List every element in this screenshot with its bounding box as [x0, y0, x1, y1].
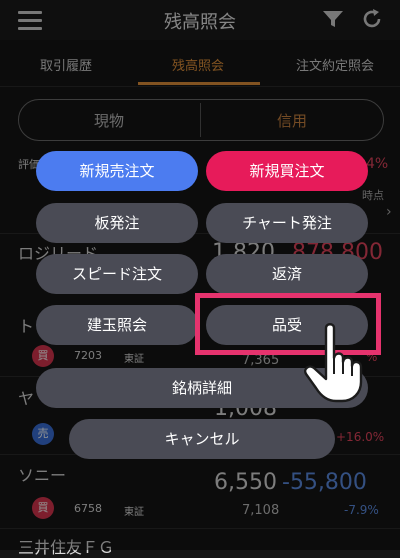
board-order-button[interactable]: 板発注 — [36, 203, 198, 243]
new-sell-order-button[interactable]: 新規売注文 — [36, 151, 198, 191]
repay-button[interactable]: 返済 — [206, 254, 368, 294]
new-buy-order-button[interactable]: 新規買注文 — [206, 151, 368, 191]
pointing-hand-icon — [304, 323, 363, 403]
speed-order-button[interactable]: スピード注文 — [36, 254, 198, 294]
position-inquiry-button[interactable]: 建玉照会 — [36, 305, 198, 345]
chart-order-button[interactable]: チャート発注 — [206, 203, 368, 243]
cancel-button[interactable]: キャンセル — [69, 419, 335, 459]
